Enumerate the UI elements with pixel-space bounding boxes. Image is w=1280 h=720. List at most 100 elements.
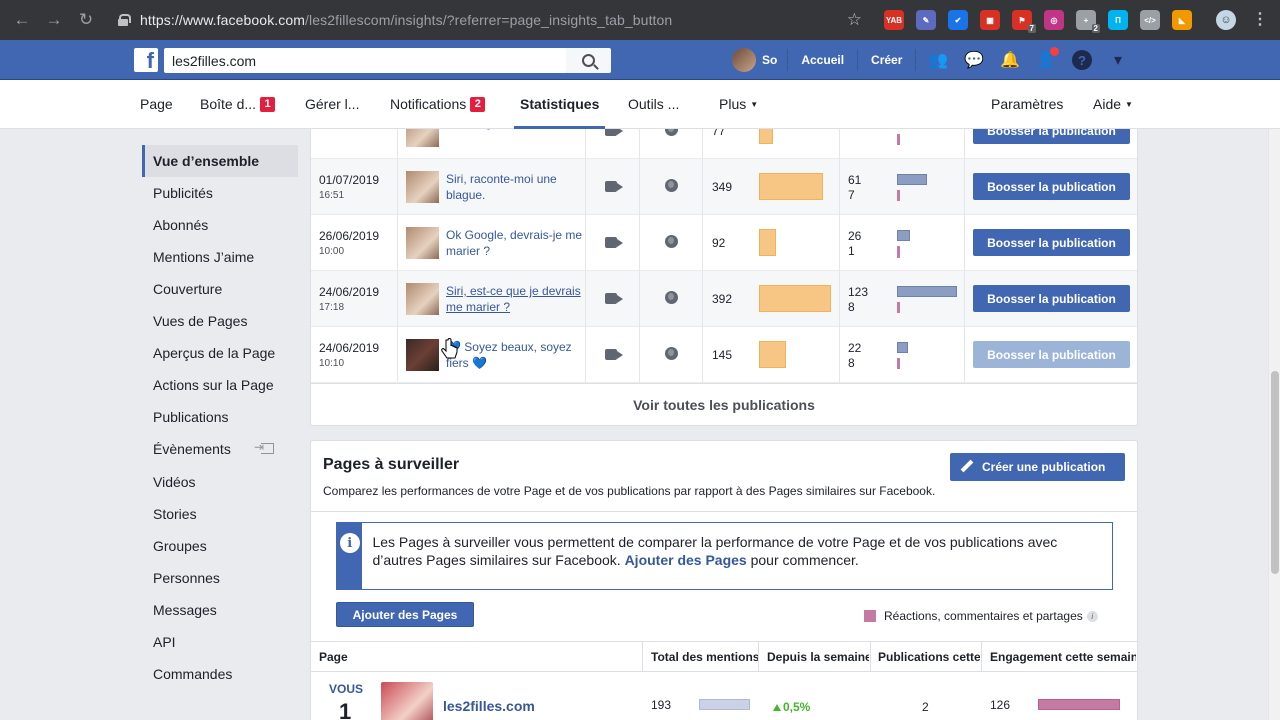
sidebar-item-mentions-j-aime[interactable]: Mentions J’aime (142, 241, 298, 273)
forward-arrow-icon[interactable]: → (38, 0, 70, 40)
tab-more[interactable]: Plus ▼ (719, 80, 758, 128)
info-tooltip-icon[interactable]: i (1086, 610, 1098, 622)
sidebar-item-commandes[interactable]: Commandes (142, 658, 298, 690)
browser-profile-avatar[interactable]: ☺ (1216, 10, 1236, 30)
page-scrollbar[interactable] (1268, 129, 1280, 720)
boost-post-button[interactable]: Boosser la publication (973, 341, 1130, 368)
pages-icon[interactable]: 👤 (1036, 47, 1059, 70)
column-divider (839, 215, 840, 270)
account-menu-icon[interactable]: ▾ (1108, 50, 1128, 70)
post-title-link[interactable]: Ok Google, devrais-je me marier ? (446, 227, 586, 283)
post-title-link[interactable]: une blague. (446, 129, 586, 171)
tab-page[interactable]: Page (140, 80, 173, 128)
post-title-link[interactable]: Siri, est-ce que je devrais me marier ? (446, 283, 586, 339)
messenger-icon[interactable]: 💬 (964, 50, 984, 70)
total-likes-bar (699, 699, 750, 710)
trello-extension-icon[interactable]: Π (1108, 10, 1128, 30)
browser-menu-icon[interactable]: ⋮ (1252, 9, 1268, 29)
header-total-likes[interactable]: Total des mentions J’aime (651, 650, 758, 664)
header-engagement[interactable]: Engagement cette semaine (990, 650, 1136, 664)
create-post-button[interactable]: Créer une publication (950, 453, 1125, 481)
sidebar-item-publications[interactable]: Publications (142, 401, 298, 433)
post-thumbnail[interactable] (406, 339, 439, 371)
sidebar-item-abonnes[interactable]: Abonnés (142, 209, 298, 241)
sidebar-item-videos[interactable]: Vidéos (142, 466, 298, 498)
plus-extension-icon[interactable]: +2 (1076, 10, 1100, 33)
video-camera-icon (605, 293, 623, 304)
you-label: VOUS (329, 682, 364, 696)
back-arrow-icon[interactable]: ← (6, 0, 38, 40)
bookmark-star-icon[interactable]: ☆ (847, 10, 862, 30)
shield-extension-icon[interactable]: ⚑ 7 (1012, 10, 1036, 33)
boost-post-button[interactable]: Boosser la publication (973, 173, 1130, 200)
friend-requests-icon[interactable]: 👥 (928, 50, 948, 70)
sidebar-item-messages[interactable]: Messages (142, 594, 298, 626)
add-pages-button[interactable]: Ajouter des Pages (336, 602, 474, 627)
divider (642, 642, 643, 672)
page-name-link[interactable]: les2filles.com (443, 698, 535, 714)
pen-extension-icon[interactable]: ✎ (916, 10, 936, 30)
search-input[interactable] (164, 48, 567, 73)
sidebar-item-label: Couverture (153, 281, 223, 297)
sidebar-item-vue-d-ensemble[interactable]: Vue d’ensemble (142, 145, 298, 177)
facebook-top-bar: f So Accueil Créer 👥 💬 🔔 👤 ? ▾ (0, 40, 1280, 80)
boost-post-button[interactable]: Boosser la publication (973, 229, 1130, 256)
instagram-extension-icon[interactable]: ◎ (1044, 10, 1064, 30)
sidebar-item-stories[interactable]: Stories (142, 498, 298, 530)
tab-inbox[interactable]: Boîte d... 1 (200, 80, 276, 128)
yab-extension-icon[interactable]: YAB (884, 10, 904, 30)
tab-tools[interactable]: Outils ... (628, 80, 679, 128)
home-link[interactable]: Accueil (788, 49, 859, 71)
engagement-reactions-bar (897, 134, 900, 145)
post-thumbnail[interactable] (406, 283, 439, 315)
grid-extension-icon[interactable]: ▦ (980, 10, 1000, 30)
sidebar-item-evenements[interactable]: Évènements (142, 433, 298, 465)
post-thumbnail[interactable] (406, 129, 439, 147)
column-divider (397, 215, 398, 270)
facebook-logo-icon[interactable]: f (134, 48, 158, 72)
page-avatar[interactable] (381, 682, 433, 720)
sidebar-item-apercus-de-la-page[interactable]: Aperçus de la Page (142, 337, 298, 369)
tab-statistics[interactable]: Statistiques (513, 80, 606, 129)
notifications-bell-icon[interactable]: 🔔 (1000, 50, 1020, 70)
video-camera-icon (605, 237, 623, 248)
tab-manage[interactable]: Gérer l... (305, 80, 359, 128)
reload-icon[interactable]: ↻ (70, 0, 102, 40)
video-post-type (605, 129, 623, 136)
sidebar-item-actions-sur-la-page[interactable]: Actions sur la Page (142, 369, 298, 401)
post-thumbnail[interactable] (406, 171, 439, 203)
column-divider (964, 159, 965, 214)
see-all-posts-link[interactable]: Voir toutes les publications (311, 383, 1137, 425)
code-extension-icon[interactable]: </> (1140, 10, 1160, 30)
info-notice: i Les Pages à surveiller vous permettent… (336, 522, 1113, 590)
boost-post-button[interactable]: Boosser la publication (973, 129, 1130, 144)
add-pages-link[interactable]: Ajouter des Pages (625, 552, 747, 568)
tab-settings[interactable]: Paramètres (991, 80, 1063, 128)
search-button[interactable] (566, 48, 611, 73)
sidebar-item-api[interactable]: API (142, 626, 298, 658)
post-title-link[interactable]: Siri, raconte-moi une blague. (446, 171, 586, 227)
column-divider (964, 271, 965, 326)
sidebar-item-couverture[interactable]: Couverture (142, 273, 298, 305)
post-thumbnail[interactable] (406, 227, 439, 259)
sidebar-item-personnes[interactable]: Personnes (142, 562, 298, 594)
rss-extension-icon[interactable]: ◣ (1172, 10, 1192, 30)
header-posts-this-week[interactable]: Publications cette semaine (878, 650, 980, 664)
column-divider (964, 129, 965, 158)
tab-help[interactable]: Aide ▼ (1093, 80, 1133, 128)
create-link[interactable]: Créer (858, 49, 917, 71)
help-icon[interactable]: ? (1072, 50, 1092, 70)
column-divider (397, 129, 398, 158)
sidebar-item-vues-de-pages[interactable]: Vues de Pages (142, 305, 298, 337)
scrollbar-thumb[interactable] (1271, 371, 1279, 574)
profile-link[interactable]: So (732, 48, 789, 72)
column-divider (702, 129, 703, 158)
header-since-last-week[interactable]: Depuis la semaine dernière (767, 650, 869, 664)
check-extension-icon[interactable]: ✔ (948, 10, 968, 30)
tab-notifications[interactable]: Notifications 2 (390, 80, 486, 128)
sidebar-item-publicites[interactable]: Publicités (142, 177, 298, 209)
boost-post-button[interactable]: Boosser la publication (973, 285, 1130, 312)
address-bar[interactable]: https://www.facebook.com/les2fillescom/i… (110, 6, 870, 34)
column-divider (702, 159, 703, 214)
sidebar-item-groupes[interactable]: Groupes (142, 530, 298, 562)
